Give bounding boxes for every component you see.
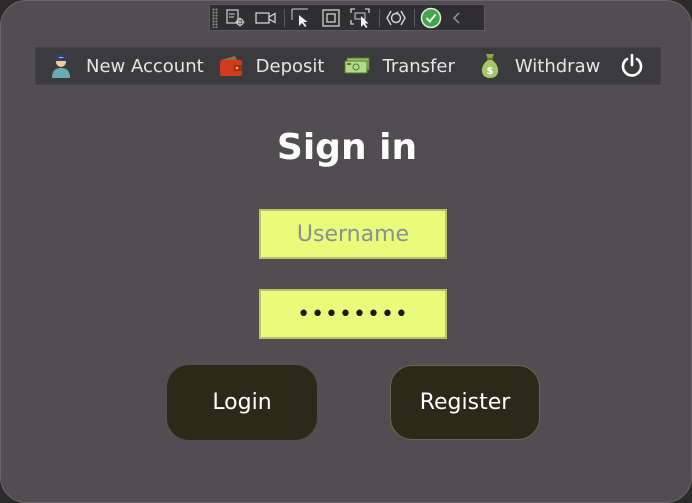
track-focus-icon[interactable] bbox=[349, 7, 373, 29]
check-icon[interactable] bbox=[419, 7, 443, 29]
menu-transfer[interactable]: Transfer bbox=[344, 48, 455, 84]
frame-icon[interactable] bbox=[319, 7, 343, 29]
svg-text:$: $ bbox=[486, 66, 493, 77]
toolbar-separator bbox=[379, 8, 380, 27]
menu-deposit[interactable]: Deposit bbox=[218, 48, 325, 84]
pointer-select-icon[interactable] bbox=[289, 7, 313, 29]
menu-label: Transfer bbox=[382, 55, 455, 77]
cash-icon bbox=[344, 53, 370, 79]
username-input[interactable] bbox=[259, 209, 447, 259]
password-input[interactable] bbox=[259, 289, 447, 339]
menu-withdraw[interactable]: $ Withdraw bbox=[477, 48, 600, 84]
power-icon[interactable] bbox=[618, 52, 646, 80]
app-window: New Account Deposit Transfer $ Withdraw … bbox=[0, 0, 692, 503]
video-icon[interactable] bbox=[254, 7, 278, 29]
toolbar-grip[interactable] bbox=[212, 7, 218, 28]
hot-reload-icon[interactable] bbox=[384, 7, 408, 29]
user-icon bbox=[48, 53, 74, 79]
menu-label: Withdraw bbox=[514, 55, 601, 77]
debug-toolbar bbox=[209, 4, 485, 31]
collapse-icon[interactable] bbox=[445, 7, 469, 29]
main-menubar: New Account Deposit Transfer $ Withdraw bbox=[35, 47, 661, 85]
select-element-icon[interactable] bbox=[224, 7, 248, 29]
register-button[interactable]: Register bbox=[390, 365, 540, 440]
money-bag-icon: $ bbox=[477, 53, 503, 79]
signin-title: Sign in bbox=[276, 127, 418, 168]
menu-label: Deposit bbox=[255, 55, 325, 77]
wallet-icon bbox=[218, 53, 244, 79]
toolbar-separator bbox=[284, 8, 285, 27]
toolbar-separator bbox=[414, 8, 415, 27]
login-button[interactable]: Login bbox=[167, 365, 317, 440]
menu-new-account[interactable]: New Account bbox=[48, 48, 204, 84]
menu-label: New Account bbox=[86, 55, 204, 77]
